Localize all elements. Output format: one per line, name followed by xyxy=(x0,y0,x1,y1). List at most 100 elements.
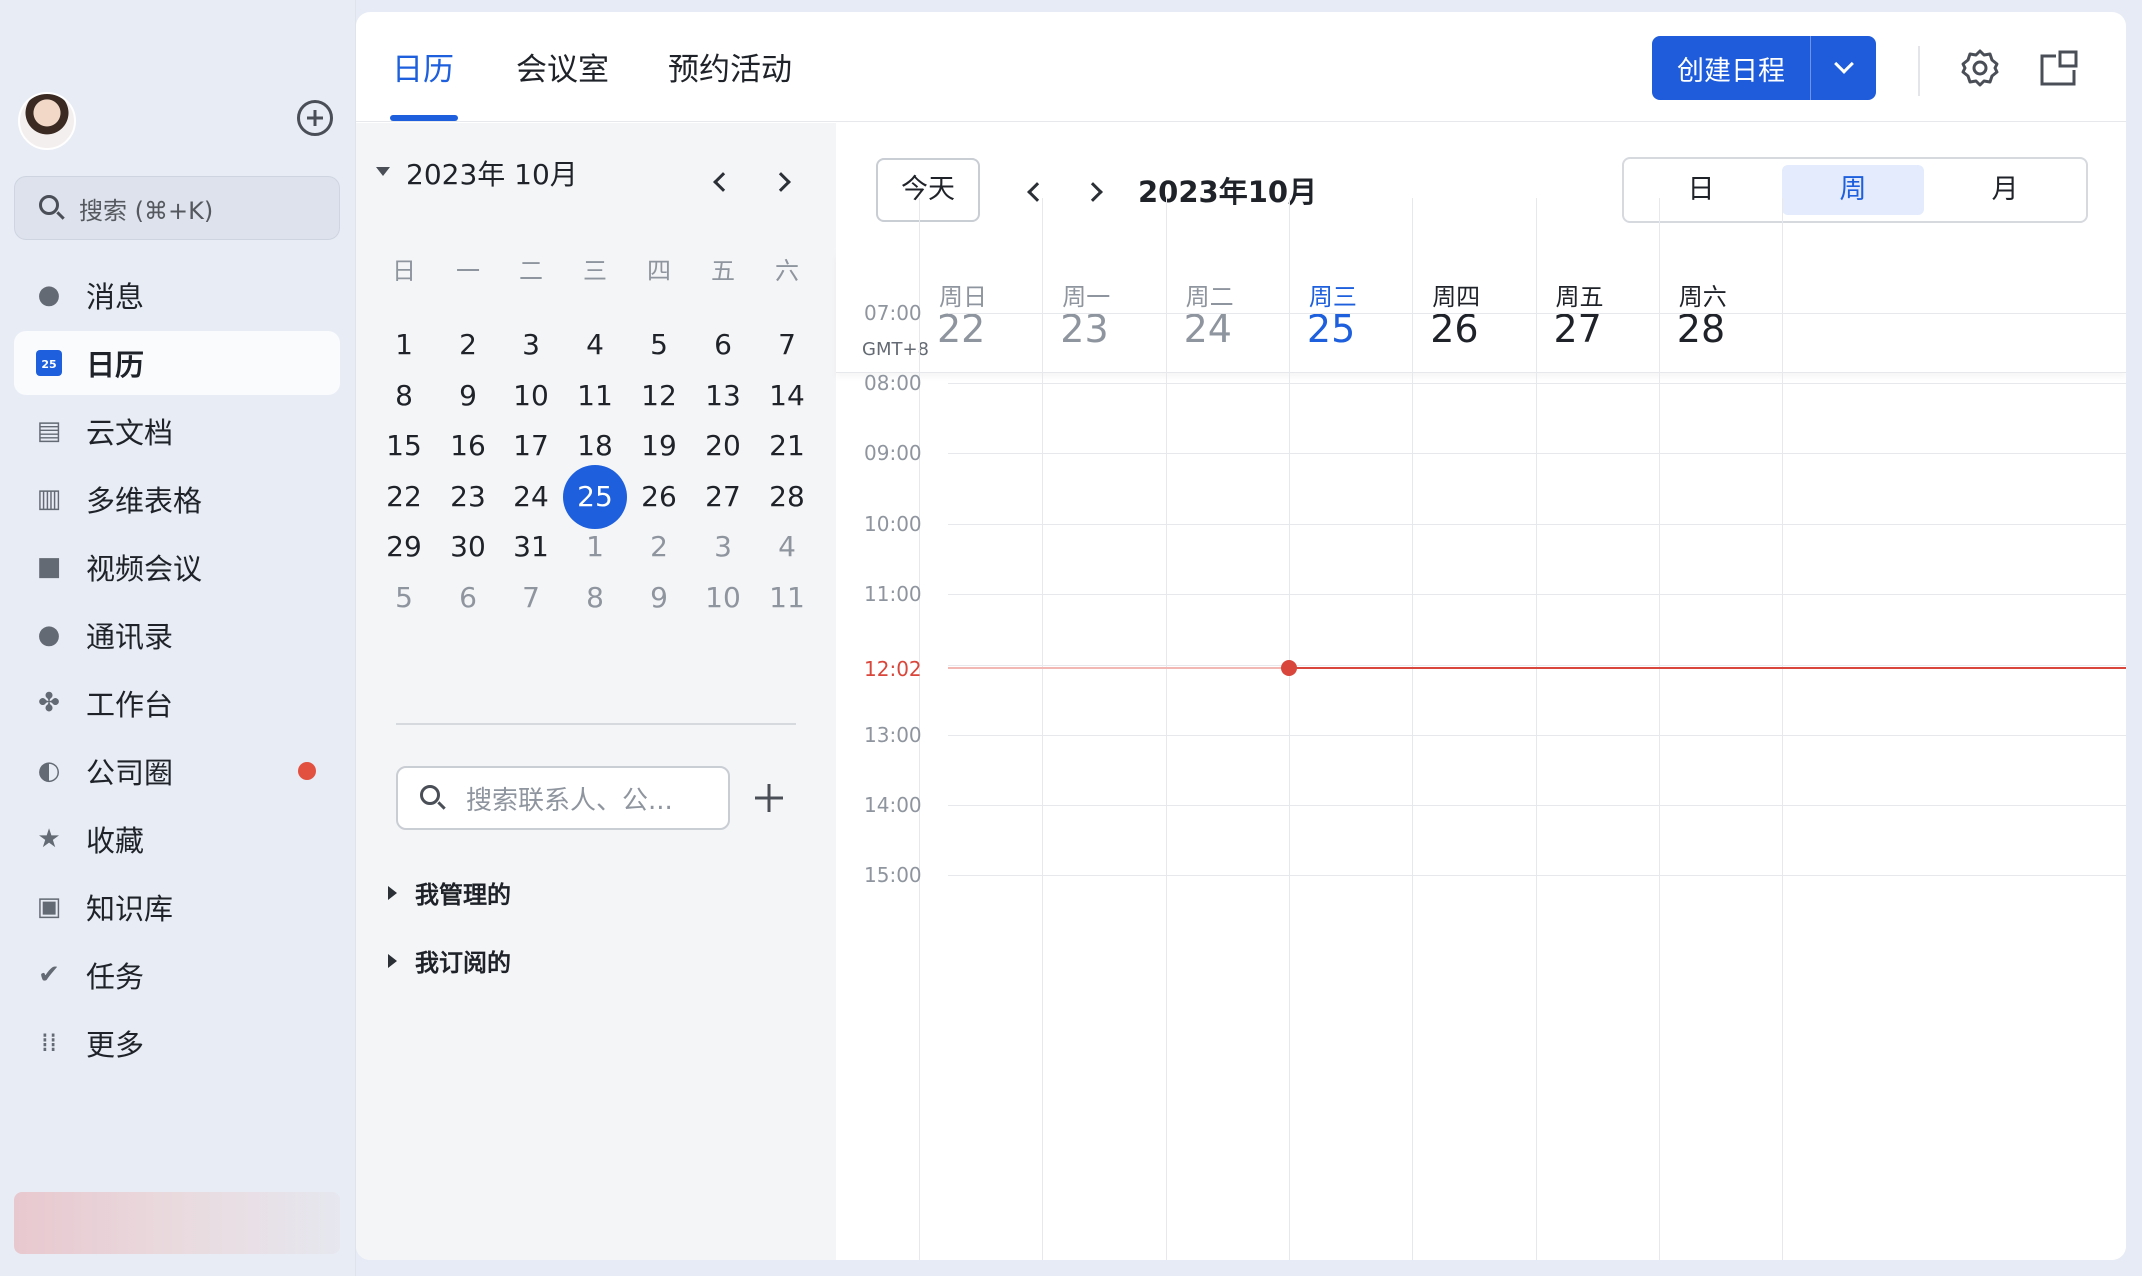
mini-day[interactable]: 10 xyxy=(691,566,755,630)
grid-column-divider xyxy=(1782,198,1784,1260)
hour-line xyxy=(948,594,2126,595)
sidebar-item-label: 多维表格 xyxy=(86,484,203,518)
mini-weekday: 六 xyxy=(775,257,799,285)
today-button[interactable]: 今天 xyxy=(876,158,980,222)
popout-window-icon[interactable] xyxy=(2038,48,2080,88)
sidebar-item-1[interactable]: 25 日历 xyxy=(14,331,340,395)
calendar-icon: 25 xyxy=(34,348,64,378)
collapse-triangle-icon[interactable] xyxy=(376,167,390,176)
sidebar-item-10[interactable]: ✔ 任务 xyxy=(14,943,340,1007)
add-calendar-icon[interactable] xyxy=(754,783,784,813)
sidebar-item-4[interactable]: ■ 视频会议 xyxy=(14,535,340,599)
tab-meeting-room[interactable]: 会议室 xyxy=(516,44,609,89)
sidebar-item-label: 视频会议 xyxy=(86,552,203,586)
contact-search-placeholder: 搜索联系人、公... xyxy=(466,785,673,816)
mini-day[interactable]: 11 xyxy=(755,566,819,630)
view-month-button[interactable]: 月 xyxy=(1934,165,2076,215)
sidebar-item-3[interactable]: ▥ 多维表格 xyxy=(14,467,340,531)
mini-weekday: 一 xyxy=(456,257,480,285)
tab-booking[interactable]: 预约活动 xyxy=(668,44,792,89)
sidebar-item-7[interactable]: ◐ 公司圈 xyxy=(14,739,340,803)
hour-label: 14:00 xyxy=(864,793,922,817)
mini-day[interactable]: 7 xyxy=(499,566,563,630)
group-subscribed[interactable]: 我订阅的 xyxy=(388,943,511,978)
message-icon: ● xyxy=(37,280,61,310)
hour-label: 08:00 xyxy=(864,371,922,395)
sidebar-item-label: 日历 xyxy=(86,348,145,382)
grid-column-divider xyxy=(1658,198,1660,1260)
hour-line xyxy=(948,735,2126,736)
hour-label: 07:00 xyxy=(864,301,922,325)
hour-label: 09:00 xyxy=(864,441,922,465)
mini-day[interactable]: 6 xyxy=(436,566,500,630)
grid-column-divider xyxy=(1042,198,1044,1260)
next-week-icon[interactable] xyxy=(1083,182,1103,202)
mini-weekday: 日 xyxy=(392,257,416,285)
sidebar-item-label: 通讯录 xyxy=(86,620,174,654)
hour-label: 10:00 xyxy=(864,512,922,536)
search-input[interactable]: 搜索 (⌘+K) xyxy=(14,176,340,240)
hour-label: 13:00 xyxy=(864,723,922,747)
search-placeholder: 搜索 (⌘+K) xyxy=(79,196,214,225)
mini-calendar-title: 2023年 10月 xyxy=(406,158,578,191)
week-view: 今天 2023年10月 日 周 月 GMT+8 周日 22 周一 23 周二 24 周三 25… xyxy=(836,123,2126,1260)
sidebar-item-label: 工作台 xyxy=(86,688,174,722)
view-week-button[interactable]: 周 xyxy=(1782,165,1924,215)
main-window: 日历 会议室 预约活动 创建日程 2023年 10月 日一二三四五六 12345… xyxy=(356,12,2126,1260)
more-icon: ⁞⁞ xyxy=(40,1028,58,1058)
hour-line xyxy=(948,383,2126,384)
add-circle-icon[interactable] xyxy=(297,100,333,136)
search-icon xyxy=(39,195,65,221)
next-month-icon[interactable] xyxy=(771,172,791,192)
sidebar-item-2[interactable]: ▤ 云文档 xyxy=(14,399,340,463)
sidebar-item-label: 任务 xyxy=(86,960,145,994)
current-time-label: 12:02 xyxy=(864,657,922,681)
table-icon: ▥ xyxy=(36,484,62,514)
sidebar-item-label: 公司圈 xyxy=(86,756,174,790)
current-time-dot xyxy=(1280,660,1297,676)
active-tab-indicator xyxy=(390,115,458,121)
hour-line xyxy=(948,665,2126,666)
sidebar-item-11[interactable]: ⁞⁞ 更多 xyxy=(14,1011,340,1075)
hour-line xyxy=(948,313,2126,314)
knowledge-icon: ▣ xyxy=(36,892,62,922)
prev-month-icon[interactable] xyxy=(713,172,733,192)
sidebar-item-label: 收藏 xyxy=(86,824,145,858)
notification-dot xyxy=(298,762,316,780)
sidebar: 搜索 (⌘+K) ● 消息 25 日历 ▤ 云文档 ▥ 多维表格 ■ 视频会议 ● 通讯录 ✤ 工作台 ◐ 公… xyxy=(0,0,356,1276)
group-managed[interactable]: 我管理的 xyxy=(388,875,511,910)
sidebar-item-9[interactable]: ▣ 知识库 xyxy=(14,875,340,939)
prev-week-icon[interactable] xyxy=(1027,182,1047,202)
sidebar-item-5[interactable]: ● 通讯录 xyxy=(14,603,340,667)
cloud-doc-icon: ▤ xyxy=(36,416,62,446)
hour-line xyxy=(948,524,2126,525)
mini-day[interactable]: 8 xyxy=(563,566,627,630)
grid-column-divider xyxy=(1288,198,1290,1260)
sidebar-item-6[interactable]: ✤ 工作台 xyxy=(14,671,340,735)
hour-label: 11:00 xyxy=(864,582,922,606)
create-dropdown-button[interactable] xyxy=(1811,54,1876,74)
sidebar-item-8[interactable]: ★ 收藏 xyxy=(14,807,340,871)
view-switcher: 日 周 月 xyxy=(1622,157,2088,223)
sidebar-item-0[interactable]: ● 消息 xyxy=(14,263,340,327)
hour-line xyxy=(948,875,2126,876)
mini-day[interactable]: 9 xyxy=(627,566,691,630)
tab-calendar[interactable]: 日历 xyxy=(392,44,454,89)
avatar[interactable] xyxy=(18,92,76,150)
chevron-down-icon xyxy=(1833,54,1854,74)
planet-icon: ◐ xyxy=(37,756,61,786)
mini-weekday: 四 xyxy=(647,257,671,285)
video-icon: ■ xyxy=(36,552,62,582)
expand-triangle-icon xyxy=(388,885,397,900)
expand-triangle-icon xyxy=(388,953,397,968)
task-icon: ✔ xyxy=(38,960,60,990)
sidebar-item-label: 消息 xyxy=(86,280,145,314)
view-day-button[interactable]: 日 xyxy=(1630,165,1772,215)
mini-weekday: 三 xyxy=(583,257,607,285)
top-bar: 日历 会议室 预约活动 创建日程 xyxy=(356,12,2126,122)
create-event-button[interactable]: 创建日程 xyxy=(1652,36,1876,100)
gear-icon[interactable] xyxy=(1958,46,2002,90)
mini-calendar-panel: 2023年 10月 日一二三四五六 1 2 3 4 5 6 7 8 9 10 11 12 13 14 15 1… xyxy=(356,123,836,1260)
contact-search-input[interactable]: 搜索联系人、公... xyxy=(396,766,730,830)
mini-day[interactable]: 5 xyxy=(372,566,436,630)
